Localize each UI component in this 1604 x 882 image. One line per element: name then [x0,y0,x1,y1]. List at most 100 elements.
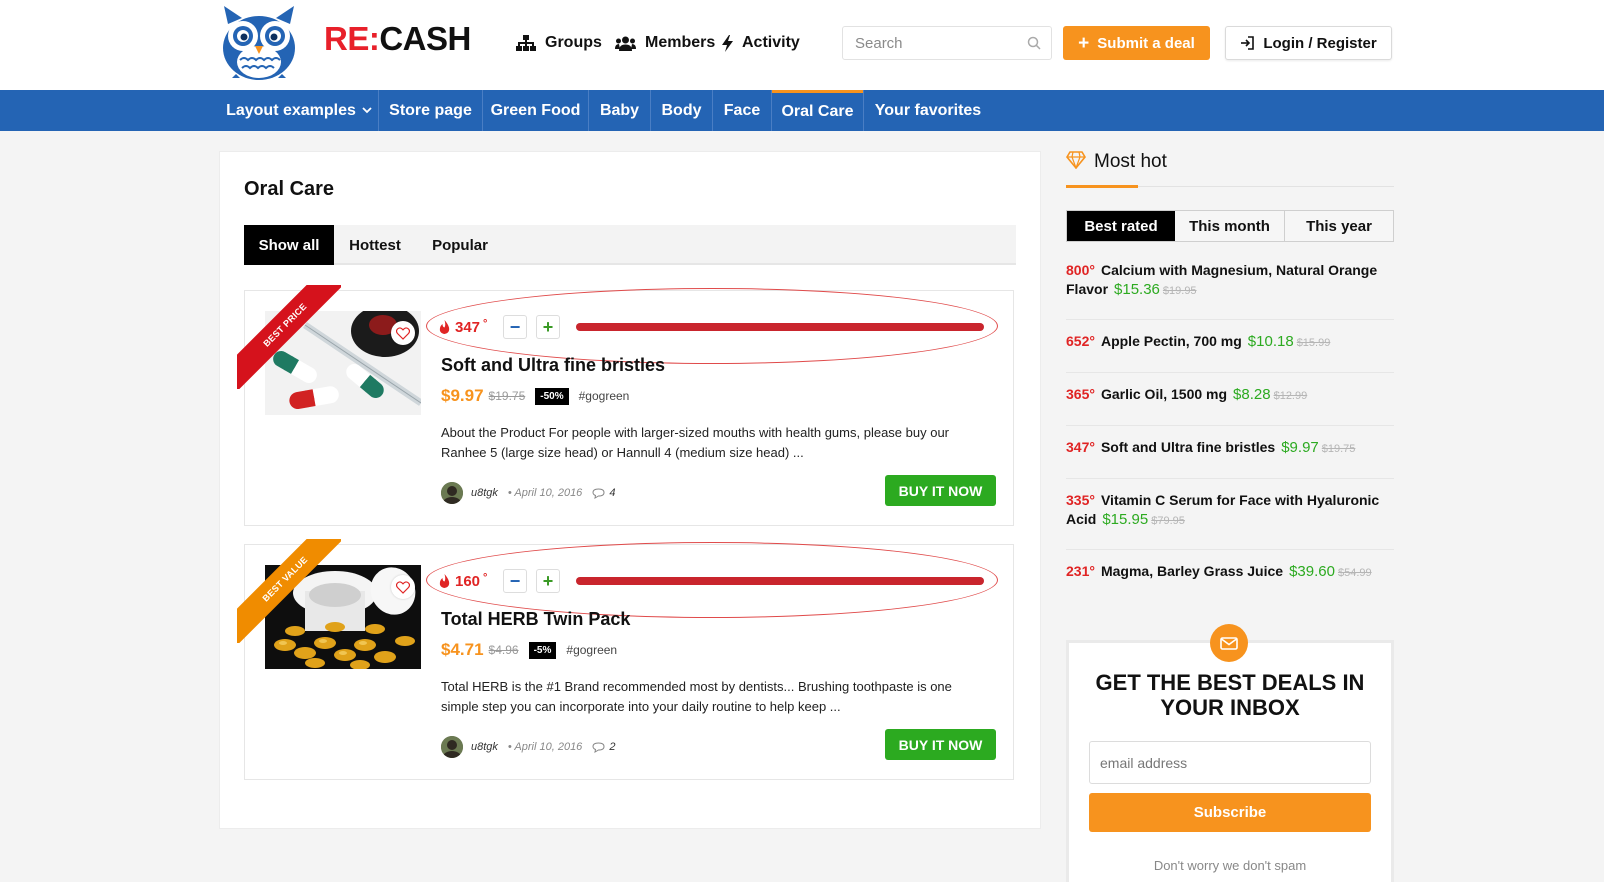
post-date-text: April 10, 2016 [514,487,583,499]
cat-face[interactable]: Face [713,90,771,131]
users-icon [615,36,636,51]
cat-your-favorites[interactable]: Your favorites [864,90,992,131]
deal-title[interactable]: Total HERB Twin Pack [441,609,630,630]
page-title: Oral Care [244,178,335,200]
cat-layout-examples[interactable]: Layout examples [220,90,378,131]
hot-list-item[interactable]: 652° Apple Pectin, 700 mg $10.18 $15.99 [1066,332,1394,353]
ribbon-label: BEST PRICE [237,285,341,389]
hot-degree: 231° [1066,563,1095,579]
tab-this-year[interactable]: This year [1285,211,1393,241]
price-row: $4.71 $4.96 -5% #gogreen [441,639,617,661]
author-name[interactable]: u8tgk [471,487,498,499]
author-name[interactable]: u8tgk [471,741,498,753]
deal-meta: u8tgk • April 10, 2016 2 [441,736,615,758]
favorite-heart-button[interactable] [391,321,415,345]
login-register-button[interactable]: Login / Register [1225,26,1392,60]
deals-panel: Oral Care Show all Hottest Popular BEST … [219,151,1041,829]
hot-item-title[interactable]: Soft and Ultra fine bristles [1101,439,1275,455]
hot-item-price: $15.95 [1102,511,1149,528]
tab-this-month[interactable]: This month [1175,211,1284,241]
diamond-icon [1066,151,1086,169]
hot-item-old-price: $54.99 [1337,567,1372,579]
tab-show-all[interactable]: Show all [244,225,334,265]
list-divider [1066,319,1394,320]
hot-item-title[interactable]: Garlic Oil, 1500 mg [1101,386,1227,402]
hot-list-item[interactable]: 347° Soft and Ultra fine bristles $9.97 $19… [1066,438,1394,459]
logo-cash: CASH [379,20,471,57]
chevron-down-icon [362,107,372,114]
tab-best-rated[interactable]: Best rated [1067,211,1175,241]
subscribe-button[interactable]: Subscribe [1089,793,1371,832]
list-divider [1066,372,1394,373]
tab-hottest[interactable]: Hottest [334,225,416,265]
hot-degree-value: 335 [1066,492,1090,508]
cat-baby[interactable]: Baby [589,90,650,131]
hot-list-item[interactable]: 365° Garlic Oil, 1500 mg $8.28 $12.99 [1066,385,1394,406]
search-input[interactable] [855,27,1025,59]
hot-degree-value: 347 [1066,439,1090,455]
deal-title[interactable]: Soft and Ultra fine bristles [441,355,665,376]
site-logo-text[interactable]: RE:CASH [324,20,471,58]
cat-store-page[interactable]: Store page [379,90,482,131]
comment-icon [592,741,605,753]
tab-popular[interactable]: Popular [416,225,504,265]
hot-degree: 652° [1066,333,1095,349]
hot-degree-value: 800 [1066,262,1090,278]
hot-item-price: $8.28 [1233,386,1271,403]
deal-meta: u8tgk • April 10, 2016 4 [441,482,615,504]
search-icon[interactable] [1027,36,1041,50]
hot-item-title[interactable]: Magma, Barley Grass Juice [1101,563,1283,579]
buy-it-now-button[interactable]: BUY IT NOW [885,729,996,760]
cat-oral-care[interactable]: Oral Care [772,90,863,131]
list-divider [1066,478,1394,479]
nav-activity[interactable]: Activity [722,32,800,54]
avatar[interactable] [441,482,463,504]
comment-icon [592,487,605,499]
hot-degree: 365° [1066,386,1095,402]
category-nav: Layout examples Store page Green Food Ba… [0,90,1604,131]
buy-it-now-button[interactable]: BUY IT NOW [885,475,996,506]
favorite-heart-button[interactable] [391,575,415,599]
submit-deal-label: Submit a deal [1097,34,1195,52]
cat-green-food[interactable]: Green Food [483,90,588,131]
submit-deal-button[interactable]: + Submit a deal [1063,26,1210,60]
heart-icon [396,326,410,340]
hot-item-title[interactable]: Apple Pectin, 700 mg [1101,333,1242,349]
deal-old-price: $19.75 [488,389,526,403]
discount-badge: -5% [528,641,557,659]
hot-degree-value: 365 [1066,386,1090,402]
nav-groups[interactable]: Groups [516,32,602,54]
hot-item-old-price: $19.75 [1321,443,1356,455]
hot-list-item[interactable]: 800° Calcium with Magnesium, Natural Oran… [1066,261,1394,301]
hot-list-item[interactable]: 231° Magma, Barley Grass Juice $39.60 $54.9… [1066,562,1394,583]
comment-count[interactable]: 4 [609,487,615,499]
email-field[interactable] [1089,741,1371,784]
price-row: $9.97 $19.75 -50% #gogreen [441,385,629,407]
nav-members[interactable]: Members [615,32,715,54]
cat-label: Face [723,101,761,119]
sitemap-icon [516,35,536,51]
email-input[interactable] [1100,742,1360,783]
search-field[interactable] [842,26,1052,60]
ribbon: BEST VALUE [237,539,341,643]
hot-list-item[interactable]: 335° Vitamin C Serum for Face with Hyalur… [1066,491,1394,531]
hot-item-price: $39.60 [1289,563,1335,580]
owl-logo-icon[interactable] [218,4,300,82]
cat-body[interactable]: Body [651,90,712,131]
hot-item-title[interactable]: Calcium with Magnesium, Natural Orange F… [1066,262,1377,297]
cat-label: Oral Care [781,103,854,120]
deal-tag[interactable]: #gogreen [566,643,617,657]
deal-tag[interactable]: #gogreen [579,389,630,403]
avatar[interactable] [441,736,463,758]
hot-item-old-price: $12.99 [1273,390,1308,402]
hot-degree: 347° [1066,439,1095,455]
hot-degree-value: 231 [1066,563,1090,579]
post-date: • April 10, 2016 [507,741,583,753]
comment-count[interactable]: 2 [609,741,615,753]
highlight-ellipse [426,542,998,618]
hot-item-price: $9.97 [1281,439,1319,456]
deal-card: BEST VALUE 160 ° − + Total HERB Twin Pack… [237,539,1014,780]
nav-members-label: Members [645,34,716,51]
sidebar-tabs: Best rated This month This year [1066,210,1394,242]
hot-degree: 800° [1066,262,1095,278]
